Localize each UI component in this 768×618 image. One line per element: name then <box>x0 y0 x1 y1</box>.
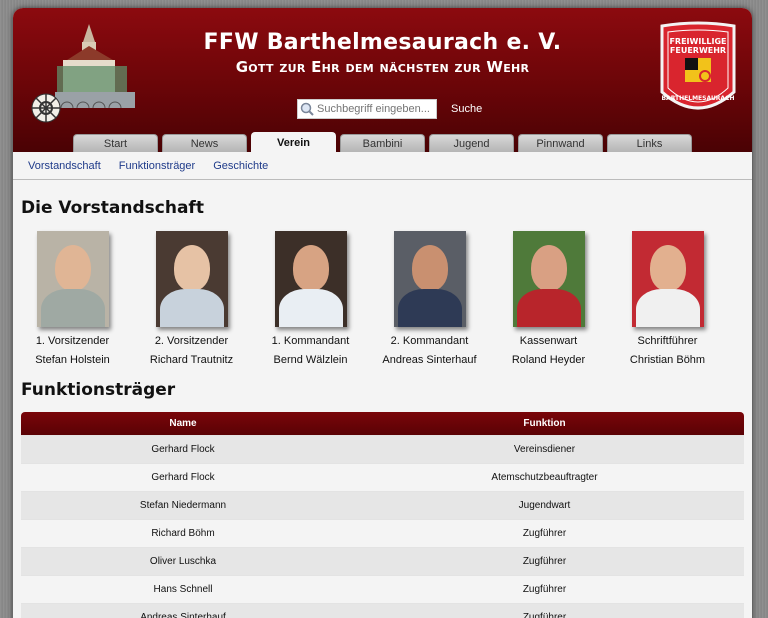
main-tabs: Start News Verein Bambini Jugend Pinnwan… <box>73 132 692 152</box>
member-card: Kassenwart Roland Heyder <box>489 231 608 366</box>
cell-funktion: Zugführer <box>345 518 744 547</box>
cell-funktion: Vereinsdiener <box>345 434 744 463</box>
cell-name: Hans Schnell <box>21 574 345 603</box>
funktion-heading: Funktionsträger <box>21 380 176 400</box>
member-card: 1. Vorsitzender Stefan Holstein <box>13 231 132 366</box>
member-role: 2. Vorsitzender <box>154 335 229 347</box>
table-row: Stefan Niedermann Jugendwart <box>21 490 744 519</box>
member-photo[interactable] <box>393 231 466 327</box>
table-row: Hans Schnell Zugführer <box>21 574 744 603</box>
cell-funktion: Zugführer <box>345 546 744 575</box>
cell-name: Richard Böhm <box>21 518 345 547</box>
member-role: Schriftführer <box>637 335 698 347</box>
member-name: Stefan Holstein <box>35 354 110 366</box>
funktion-table: Name Funktion Gerhard Flock Vereinsdiene… <box>21 412 744 618</box>
search-icon <box>300 102 314 116</box>
cell-name: Gerhard Flock <box>21 434 345 463</box>
vorstand-heading: Die Vorstandschaft <box>21 198 204 218</box>
member-role: 1. Kommandant <box>271 335 350 347</box>
member-card: 1. Kommandant Bernd Wälzlein <box>251 231 370 366</box>
member-photo[interactable] <box>274 231 347 327</box>
member-name: Bernd Wälzlein <box>273 354 348 366</box>
tab-bambini[interactable]: Bambini <box>340 134 425 152</box>
cell-name: Andreas Sinterhauf <box>21 602 345 618</box>
cell-name: Gerhard Flock <box>21 462 345 491</box>
cell-name: Oliver Luschka <box>21 546 345 575</box>
member-photo[interactable] <box>36 231 109 327</box>
funktion-table-wrap: Name Funktion Gerhard Flock Vereinsdiene… <box>21 412 744 618</box>
member-card: Schriftführer Christian Böhm <box>608 231 727 366</box>
member-role: 2. Kommandant <box>390 335 469 347</box>
search-button[interactable]: Suche <box>451 103 482 115</box>
svg-text:FREIWILLIGE: FREIWILLIGE <box>669 37 726 46</box>
cell-funktion: Zugführer <box>345 602 744 618</box>
member-photo[interactable] <box>155 231 228 327</box>
search-area: Suche <box>297 99 482 119</box>
table-row: Gerhard Flock Vereinsdiener <box>21 434 744 463</box>
tab-jugend[interactable]: Jugend <box>429 134 514 152</box>
cell-funktion: Atemschutzbeauftragter <box>345 462 744 491</box>
fire-brigade-badge-logo[interactable]: FREIWILLIGE FEUERWEHR BARTHELMESAURACH <box>658 20 738 120</box>
table-row: Gerhard Flock Atemschutzbeauftragter <box>21 462 744 491</box>
site-title: FFW Barthelmesaurach e. V. <box>203 30 562 55</box>
sub-navigation: Vorstandschaft Funktionsträger Geschicht… <box>13 152 752 180</box>
search-input[interactable] <box>317 101 429 117</box>
page-container: FFW Barthelmesaurach e. V. Gott zur Ehr … <box>13 8 752 618</box>
svg-text:BARTHELMESAURACH: BARTHELMESAURACH <box>661 95 734 102</box>
member-photo[interactable] <box>512 231 585 327</box>
site-subtitle: Gott zur Ehr dem nächsten zur Wehr <box>235 58 530 76</box>
table-row: Richard Böhm Zugführer <box>21 518 744 547</box>
subnav-funktionstraeger[interactable]: Funktionsträger <box>119 160 195 172</box>
member-card: 2. Vorsitzender Richard Trautnitz <box>132 231 251 366</box>
member-name: Richard Trautnitz <box>149 354 234 366</box>
tab-start[interactable]: Start <box>73 134 158 152</box>
svg-text:FEUERWEHR: FEUERWEHR <box>670 46 726 55</box>
cell-funktion: Jugendwart <box>345 490 744 519</box>
tab-news[interactable]: News <box>162 134 247 152</box>
table-row: Oliver Luschka Zugführer <box>21 546 744 575</box>
member-role: 1. Vorsitzender <box>35 335 110 347</box>
member-name: Christian Böhm <box>629 354 706 366</box>
cell-funktion: Zugführer <box>345 574 744 603</box>
tab-verein[interactable]: Verein <box>251 132 336 152</box>
member-list: 1. Vorsitzender Stefan Holstein 2. Vorsi… <box>13 231 752 366</box>
subnav-geschichte[interactable]: Geschichte <box>213 160 268 172</box>
member-name: Andreas Sinterhauf <box>382 354 477 366</box>
site-header: FFW Barthelmesaurach e. V. Gott zur Ehr … <box>13 8 752 152</box>
column-header-funktion: Funktion <box>345 412 744 435</box>
table-row: Andreas Sinterhauf Zugführer <box>21 602 744 618</box>
member-photo[interactable] <box>631 231 704 327</box>
member-card: 2. Kommandant Andreas Sinterhauf <box>370 231 489 366</box>
cell-name: Stefan Niedermann <box>21 490 345 519</box>
tab-pinnwand[interactable]: Pinnwand <box>518 134 603 152</box>
member-name: Roland Heyder <box>511 354 586 366</box>
search-box <box>297 99 437 119</box>
subnav-vorstandschaft[interactable]: Vorstandschaft <box>28 160 101 172</box>
tab-links[interactable]: Links <box>607 134 692 152</box>
table-header-row: Name Funktion <box>21 412 744 435</box>
member-role: Kassenwart <box>519 335 578 347</box>
column-header-name: Name <box>21 412 345 435</box>
